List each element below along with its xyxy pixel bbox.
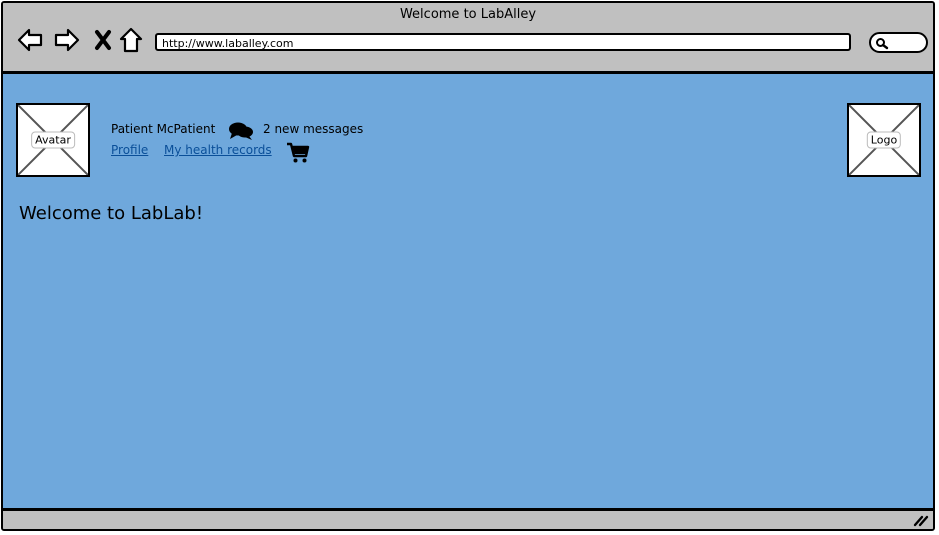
page-content: Avatar Patient McPatient 2 new messages …	[3, 74, 933, 508]
avatar: Avatar	[16, 103, 90, 177]
messages-count[interactable]: 2 new messages	[263, 122, 363, 136]
page-title: Welcome to LabLab!	[19, 203, 204, 224]
back-button[interactable]	[15, 25, 45, 55]
search-icon	[876, 38, 889, 50]
status-bar	[3, 508, 933, 529]
browser-toolbar: Welcome to LabAlley http://www.laballey.…	[3, 3, 933, 74]
cart-icon[interactable]	[286, 142, 310, 168]
address-bar[interactable]: http://www.laballey.com	[155, 33, 851, 51]
avatar-label: Avatar	[31, 131, 75, 149]
stop-button[interactable]	[88, 25, 118, 55]
logo-label: Logo	[866, 131, 902, 149]
window-title: Welcome to LabAlley	[399, 7, 537, 22]
user-name: Patient McPatient	[111, 122, 216, 136]
forward-arrow-icon	[54, 28, 80, 52]
back-arrow-icon	[17, 28, 43, 52]
profile-link[interactable]: Profile	[111, 143, 148, 157]
forward-button[interactable]	[52, 25, 82, 55]
close-icon	[95, 30, 111, 50]
messages-icon[interactable]	[228, 121, 254, 145]
health-records-link[interactable]: My health records	[164, 143, 272, 157]
home-button[interactable]	[116, 25, 146, 55]
resize-grip-icon[interactable]	[913, 512, 929, 529]
search-box[interactable]	[869, 32, 928, 53]
browser-window: Welcome to LabAlley http://www.laballey.…	[1, 1, 935, 531]
logo: Logo	[847, 103, 921, 177]
home-icon	[119, 27, 143, 53]
